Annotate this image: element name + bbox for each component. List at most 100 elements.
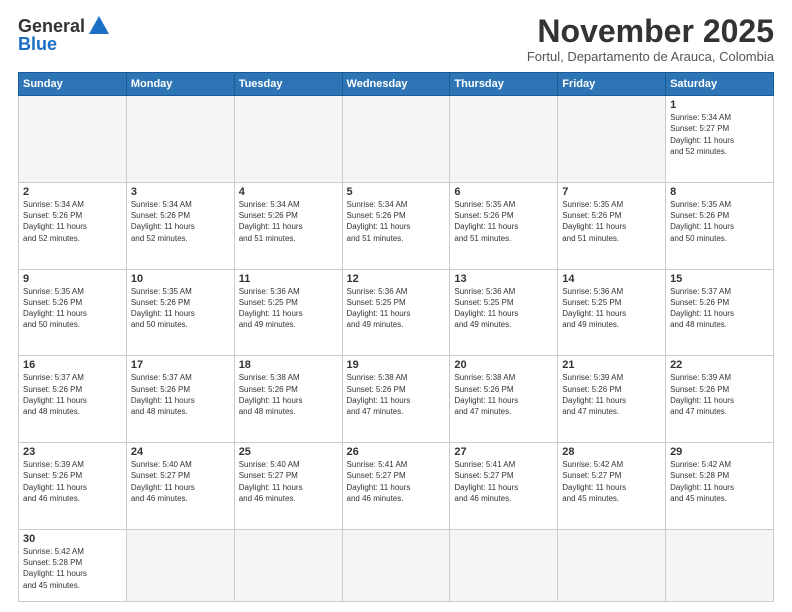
day-number: 27 (454, 446, 553, 458)
calendar-cell: 26Sunrise: 5:41 AMSunset: 5:27 PMDayligh… (342, 443, 450, 530)
day-info: Sunrise: 5:34 AMSunset: 5:27 PMDaylight:… (670, 112, 769, 157)
day-number: 4 (239, 186, 338, 198)
day-number: 29 (670, 446, 769, 458)
calendar-week-row: 23Sunrise: 5:39 AMSunset: 5:26 PMDayligh… (19, 443, 774, 530)
page: General Blue November 2025 Fortul, Depar… (0, 0, 792, 612)
day-info: Sunrise: 5:35 AMSunset: 5:26 PMDaylight:… (131, 286, 230, 331)
day-info: Sunrise: 5:35 AMSunset: 5:26 PMDaylight:… (23, 286, 122, 331)
calendar-cell: 18Sunrise: 5:38 AMSunset: 5:26 PMDayligh… (234, 356, 342, 443)
day-number: 13 (454, 273, 553, 285)
day-info: Sunrise: 5:41 AMSunset: 5:27 PMDaylight:… (347, 459, 446, 504)
day-number: 21 (562, 359, 661, 371)
day-number: 3 (131, 186, 230, 198)
calendar-cell: 28Sunrise: 5:42 AMSunset: 5:27 PMDayligh… (558, 443, 666, 530)
logo: General Blue (18, 14, 111, 55)
day-number: 2 (23, 186, 122, 198)
calendar-week-row: 30Sunrise: 5:42 AMSunset: 5:28 PMDayligh… (19, 529, 774, 601)
calendar-cell: 9Sunrise: 5:35 AMSunset: 5:26 PMDaylight… (19, 269, 127, 356)
day-number: 18 (239, 359, 338, 371)
logo-icon (87, 14, 111, 38)
calendar-header-row: SundayMondayTuesdayWednesdayThursdayFrid… (19, 73, 774, 96)
calendar-cell: 11Sunrise: 5:36 AMSunset: 5:25 PMDayligh… (234, 269, 342, 356)
day-info: Sunrise: 5:35 AMSunset: 5:26 PMDaylight:… (670, 199, 769, 244)
day-info: Sunrise: 5:34 AMSunset: 5:26 PMDaylight:… (347, 199, 446, 244)
calendar-cell: 4Sunrise: 5:34 AMSunset: 5:26 PMDaylight… (234, 182, 342, 269)
day-number: 12 (347, 273, 446, 285)
header-right: November 2025 Fortul, Departamento de Ar… (527, 14, 774, 64)
day-info: Sunrise: 5:34 AMSunset: 5:26 PMDaylight:… (23, 199, 122, 244)
calendar-cell (666, 529, 774, 601)
day-number: 16 (23, 359, 122, 371)
calendar-cell: 8Sunrise: 5:35 AMSunset: 5:26 PMDaylight… (666, 182, 774, 269)
calendar-cell: 20Sunrise: 5:38 AMSunset: 5:26 PMDayligh… (450, 356, 558, 443)
day-number: 15 (670, 273, 769, 285)
day-info: Sunrise: 5:36 AMSunset: 5:25 PMDaylight:… (562, 286, 661, 331)
day-number: 8 (670, 186, 769, 198)
day-number: 17 (131, 359, 230, 371)
day-number: 6 (454, 186, 553, 198)
day-number: 26 (347, 446, 446, 458)
calendar-cell (234, 96, 342, 183)
day-info: Sunrise: 5:41 AMSunset: 5:27 PMDaylight:… (454, 459, 553, 504)
calendar-header-monday: Monday (126, 73, 234, 96)
day-number: 28 (562, 446, 661, 458)
day-number: 24 (131, 446, 230, 458)
day-number: 22 (670, 359, 769, 371)
calendar-cell: 15Sunrise: 5:37 AMSunset: 5:26 PMDayligh… (666, 269, 774, 356)
calendar-cell: 2Sunrise: 5:34 AMSunset: 5:26 PMDaylight… (19, 182, 127, 269)
calendar-cell: 7Sunrise: 5:35 AMSunset: 5:26 PMDaylight… (558, 182, 666, 269)
day-info: Sunrise: 5:39 AMSunset: 5:26 PMDaylight:… (23, 459, 122, 504)
day-number: 23 (23, 446, 122, 458)
day-number: 30 (23, 533, 122, 545)
day-number: 5 (347, 186, 446, 198)
calendar-cell: 19Sunrise: 5:38 AMSunset: 5:26 PMDayligh… (342, 356, 450, 443)
calendar-cell: 1Sunrise: 5:34 AMSunset: 5:27 PMDaylight… (666, 96, 774, 183)
day-info: Sunrise: 5:36 AMSunset: 5:25 PMDaylight:… (347, 286, 446, 331)
calendar-header-saturday: Saturday (666, 73, 774, 96)
day-info: Sunrise: 5:36 AMSunset: 5:25 PMDaylight:… (454, 286, 553, 331)
day-number: 1 (670, 99, 769, 111)
location: Fortul, Departamento de Arauca, Colombia (527, 49, 774, 64)
calendar-header-thursday: Thursday (450, 73, 558, 96)
calendar-cell: 14Sunrise: 5:36 AMSunset: 5:25 PMDayligh… (558, 269, 666, 356)
calendar-cell: 27Sunrise: 5:41 AMSunset: 5:27 PMDayligh… (450, 443, 558, 530)
calendar-cell (558, 96, 666, 183)
day-info: Sunrise: 5:36 AMSunset: 5:25 PMDaylight:… (239, 286, 338, 331)
logo-blue-text: Blue (18, 34, 57, 55)
day-info: Sunrise: 5:35 AMSunset: 5:26 PMDaylight:… (562, 199, 661, 244)
day-number: 9 (23, 273, 122, 285)
month-title: November 2025 (527, 14, 774, 49)
calendar: SundayMondayTuesdayWednesdayThursdayFrid… (18, 72, 774, 602)
calendar-cell (558, 529, 666, 601)
day-info: Sunrise: 5:38 AMSunset: 5:26 PMDaylight:… (239, 372, 338, 417)
day-info: Sunrise: 5:34 AMSunset: 5:26 PMDaylight:… (131, 199, 230, 244)
calendar-cell (342, 529, 450, 601)
day-number: 7 (562, 186, 661, 198)
day-info: Sunrise: 5:42 AMSunset: 5:28 PMDaylight:… (670, 459, 769, 504)
calendar-cell: 21Sunrise: 5:39 AMSunset: 5:26 PMDayligh… (558, 356, 666, 443)
day-number: 10 (131, 273, 230, 285)
header: General Blue November 2025 Fortul, Depar… (18, 14, 774, 64)
calendar-week-row: 2Sunrise: 5:34 AMSunset: 5:26 PMDaylight… (19, 182, 774, 269)
calendar-cell (126, 529, 234, 601)
day-number: 20 (454, 359, 553, 371)
calendar-cell (450, 96, 558, 183)
day-number: 25 (239, 446, 338, 458)
calendar-cell: 12Sunrise: 5:36 AMSunset: 5:25 PMDayligh… (342, 269, 450, 356)
calendar-cell: 17Sunrise: 5:37 AMSunset: 5:26 PMDayligh… (126, 356, 234, 443)
day-number: 11 (239, 273, 338, 285)
calendar-header-tuesday: Tuesday (234, 73, 342, 96)
calendar-cell (126, 96, 234, 183)
calendar-cell: 13Sunrise: 5:36 AMSunset: 5:25 PMDayligh… (450, 269, 558, 356)
calendar-cell: 5Sunrise: 5:34 AMSunset: 5:26 PMDaylight… (342, 182, 450, 269)
calendar-cell: 24Sunrise: 5:40 AMSunset: 5:27 PMDayligh… (126, 443, 234, 530)
calendar-cell: 16Sunrise: 5:37 AMSunset: 5:26 PMDayligh… (19, 356, 127, 443)
day-info: Sunrise: 5:40 AMSunset: 5:27 PMDaylight:… (239, 459, 338, 504)
calendar-header-friday: Friday (558, 73, 666, 96)
calendar-cell: 3Sunrise: 5:34 AMSunset: 5:26 PMDaylight… (126, 182, 234, 269)
calendar-cell: 10Sunrise: 5:35 AMSunset: 5:26 PMDayligh… (126, 269, 234, 356)
calendar-cell: 6Sunrise: 5:35 AMSunset: 5:26 PMDaylight… (450, 182, 558, 269)
calendar-cell: 30Sunrise: 5:42 AMSunset: 5:28 PMDayligh… (19, 529, 127, 601)
day-number: 19 (347, 359, 446, 371)
day-info: Sunrise: 5:35 AMSunset: 5:26 PMDaylight:… (454, 199, 553, 244)
